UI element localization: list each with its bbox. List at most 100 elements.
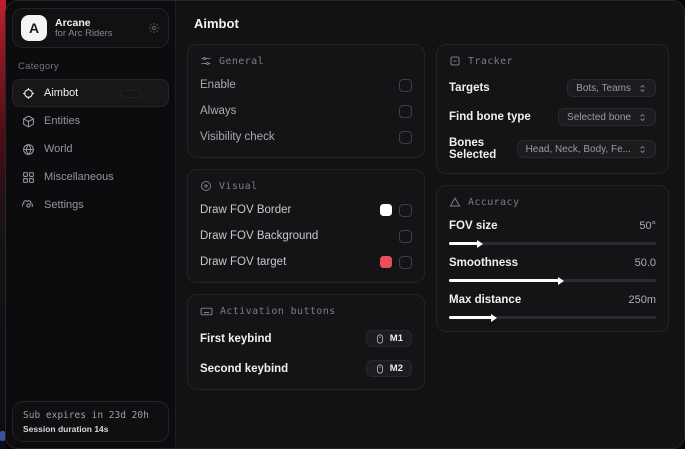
setting-label: Visibility check bbox=[200, 131, 275, 143]
max-distance-group: Max distance 250m bbox=[449, 292, 656, 319]
setting-row: Draw FOV Border bbox=[200, 202, 412, 218]
setting-row: Find bone type Selected bone bbox=[449, 108, 656, 126]
card-title: Tracker bbox=[468, 56, 513, 67]
card-title: Accuracy bbox=[468, 197, 519, 208]
bones-selected-select[interactable]: Head, Neck, Body, Fe... bbox=[517, 140, 656, 158]
setting-row: FOV size 50° bbox=[449, 218, 656, 234]
brand-name: Arcane bbox=[55, 17, 140, 29]
slider-thumb[interactable] bbox=[491, 314, 497, 322]
second-keybind-button[interactable]: M2 bbox=[366, 360, 412, 377]
chevrons-up-down-icon bbox=[638, 145, 647, 154]
setting-row: Max distance 250m bbox=[449, 292, 656, 308]
sidebar-item-entities[interactable]: Entities bbox=[12, 107, 169, 135]
find-bone-type-select[interactable]: Selected bone bbox=[558, 108, 656, 126]
smoothness-slider[interactable] bbox=[449, 279, 656, 282]
setting-label: Find bone type bbox=[449, 111, 531, 123]
gear-icon bbox=[22, 199, 35, 212]
card-title: Visual bbox=[219, 181, 258, 192]
setting-label: Bones Selected bbox=[449, 137, 517, 161]
always-checkbox[interactable] bbox=[399, 105, 412, 118]
setting-row: Draw FOV Background bbox=[200, 228, 412, 244]
setting-label: Draw FOV Background bbox=[200, 230, 318, 242]
targets-select[interactable]: Bots, Teams bbox=[567, 79, 656, 97]
setting-label: Second keybind bbox=[200, 363, 288, 375]
subscription-card: Sub expires in 23d 20h Session duration … bbox=[12, 401, 169, 442]
mouse-icon bbox=[375, 334, 385, 344]
fov-size-slider[interactable] bbox=[449, 242, 656, 245]
sidebar: A Arcane for Arc Riders Category bbox=[6, 1, 176, 448]
setting-row: First keybind M1 bbox=[200, 330, 412, 347]
setting-label: Always bbox=[200, 105, 236, 117]
visual-card: Visual Draw FOV Border Draw FOV Backgrou… bbox=[187, 169, 425, 283]
setting-row: Always bbox=[200, 103, 412, 119]
layout-grid-icon bbox=[22, 171, 35, 184]
main-content: Aimbot General bbox=[176, 1, 684, 448]
fov-target-color-swatch[interactable] bbox=[380, 256, 392, 268]
mouse-icon bbox=[375, 364, 385, 374]
brand-subtitle: for Arc Riders bbox=[55, 29, 140, 40]
session-duration-text: Session duration 14s bbox=[23, 424, 158, 434]
slider-thumb[interactable] bbox=[477, 240, 483, 248]
crosshair-icon bbox=[22, 87, 35, 100]
cube-icon bbox=[22, 115, 35, 128]
setting-row: Bones Selected Head, Neck, Body, Fe... bbox=[449, 137, 656, 161]
general-card: General Enable Always Visibility check bbox=[187, 44, 425, 158]
chevrons-up-down-icon bbox=[638, 113, 647, 122]
setting-row: Draw FOV target bbox=[200, 254, 412, 270]
sidebar-item-miscellaneous[interactable]: Miscellaneous bbox=[12, 163, 169, 191]
first-keybind-button[interactable]: M1 bbox=[366, 330, 412, 347]
page-title: Aimbot bbox=[194, 16, 669, 31]
select-value: Head, Neck, Body, Fe... bbox=[526, 144, 631, 155]
sidebar-item-aimbot[interactable]: Aimbot bbox=[12, 79, 169, 107]
eye-icon bbox=[200, 180, 212, 192]
scan-target-icon bbox=[449, 55, 461, 67]
setting-row: Visibility check bbox=[200, 129, 412, 145]
setting-row: Second keybind M2 bbox=[200, 360, 412, 377]
setting-label: Max distance bbox=[449, 294, 521, 306]
sidebar-item-label: Aimbot bbox=[44, 87, 78, 99]
visibility-check-checkbox[interactable] bbox=[399, 131, 412, 144]
sidebar-nav: Aimbot Entities bbox=[12, 79, 169, 219]
setting-value: 50° bbox=[639, 220, 656, 232]
gear-icon[interactable] bbox=[148, 22, 160, 34]
setting-label: Smoothness bbox=[449, 257, 518, 269]
fov-border-checkbox[interactable] bbox=[399, 204, 412, 217]
desktop-background: A Arcane for Arc Riders Category bbox=[0, 0, 685, 449]
select-value: Selected bone bbox=[567, 112, 631, 123]
smoothness-group: Smoothness 50.0 bbox=[449, 255, 656, 282]
left-column: General Enable Always Visibility check bbox=[187, 44, 425, 390]
fov-border-color-swatch[interactable] bbox=[380, 204, 392, 216]
right-column: Tracker Targets Bots, Teams bbox=[436, 44, 669, 390]
card-title: Activation buttons bbox=[220, 306, 336, 317]
slider-thumb[interactable] bbox=[558, 277, 564, 285]
keybind-value: M1 bbox=[390, 333, 403, 344]
keybind-hint-placeholder bbox=[120, 90, 142, 98]
triangle-icon bbox=[449, 196, 461, 208]
sidebar-item-label: World bbox=[44, 143, 73, 155]
fov-background-checkbox[interactable] bbox=[399, 230, 412, 243]
sidebar-item-label: Settings bbox=[44, 199, 84, 211]
sub-expiry-text: Sub expires in 23d 20h bbox=[23, 410, 158, 421]
tracker-card: Tracker Targets Bots, Teams bbox=[436, 44, 669, 174]
sidebar-item-label: Miscellaneous bbox=[44, 171, 114, 183]
sidebar-item-world[interactable]: World bbox=[12, 135, 169, 163]
fov-size-group: FOV size 50° bbox=[449, 218, 656, 245]
category-label: Category bbox=[18, 61, 175, 72]
brand-card[interactable]: A Arcane for Arc Riders bbox=[12, 8, 169, 48]
brand-text: Arcane for Arc Riders bbox=[55, 17, 140, 40]
fov-target-checkbox[interactable] bbox=[399, 256, 412, 269]
enable-checkbox[interactable] bbox=[399, 79, 412, 92]
globe-icon bbox=[22, 143, 35, 156]
app-window: A Arcane for Arc Riders Category bbox=[5, 0, 685, 449]
setting-row: Enable bbox=[200, 77, 412, 93]
sidebar-item-label: Entities bbox=[44, 115, 80, 127]
sidebar-item-settings[interactable]: Settings bbox=[12, 191, 169, 219]
keybind-value: M2 bbox=[390, 363, 403, 374]
setting-row: Targets Bots, Teams bbox=[449, 79, 656, 97]
max-distance-slider[interactable] bbox=[449, 316, 656, 319]
activation-card: Activation buttons First keybind M1 bbox=[187, 294, 425, 390]
setting-label: Draw FOV target bbox=[200, 256, 286, 268]
setting-label: Draw FOV Border bbox=[200, 204, 291, 216]
brand-logo: A bbox=[21, 15, 47, 41]
setting-value: 250m bbox=[628, 294, 656, 306]
